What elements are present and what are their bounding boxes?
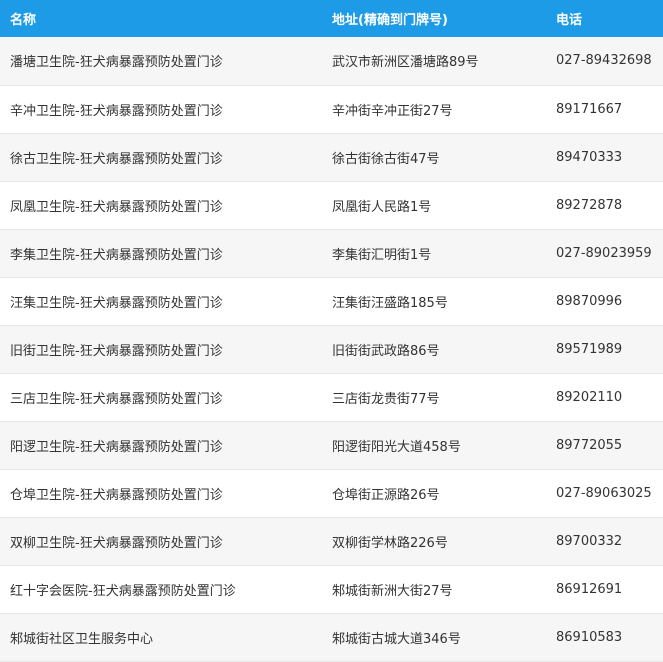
cell-address: 三店街龙贵街77号 [322,373,546,422]
cell-phone: 027-89432698 [546,37,663,86]
cell-name: 汪集卫生院-狂犬病暴露预防处置门诊 [0,277,322,326]
cell-address: 邾城街古城大道346号 [322,613,546,662]
cell-phone: 89870996 [546,277,663,326]
cell-address: 凤凰街人民路1号 [322,181,546,230]
table-row: 邾城街社区卫生服务中心 邾城街古城大道346号 86910583 [0,613,663,662]
table-row: 潘塘卫生院-狂犬病暴露预防处置门诊 武汉市新洲区潘塘路89号 027-8943269… [0,37,663,86]
cell-phone: 89470333 [546,133,663,182]
cell-address: 阳逻街阳光大道458号 [322,421,546,470]
cell-address: 辛冲街辛冲正街27号 [322,85,546,134]
cell-address: 仓埠街正源路26号 [322,469,546,518]
table-row: 凤凰卫生院-狂犬病暴露预防处置门诊 凤凰街人民路1号 89272878 [0,181,663,230]
cell-phone: 86912691 [546,565,663,614]
cell-address: 李集街汇明街1号 [322,229,546,278]
table-row: 阳逻卫生院-狂犬病暴露预防处置门诊 阳逻街阳光大道458号 89772055 [0,421,663,470]
column-header-name: 名称 [0,0,322,37]
cell-name: 双柳卫生院-狂犬病暴露预防处置门诊 [0,517,322,566]
cell-name: 阳逻卫生院-狂犬病暴露预防处置门诊 [0,421,322,470]
cell-phone: 89272878 [546,181,663,230]
cell-name: 李集卫生院-狂犬病暴露预防处置门诊 [0,229,322,278]
table-body: 潘塘卫生院-狂犬病暴露预防处置门诊 武汉市新洲区潘塘路89号 027-8943269… [0,37,663,662]
cell-name: 仓埠卫生院-狂犬病暴露预防处置门诊 [0,469,322,518]
cell-name: 潘塘卫生院-狂犬病暴露预防处置门诊 [0,37,322,86]
cell-phone: 86910583 [546,613,663,662]
clinic-table: 名称 地址(精确到门牌号) 电话 潘塘卫生院-狂犬病暴露预防处置门诊 武汉市新洲区… [0,0,663,662]
cell-phone: 89772055 [546,421,663,470]
cell-address: 旧街街武政路86号 [322,325,546,374]
cell-name: 徐古卫生院-狂犬病暴露预防处置门诊 [0,133,322,182]
cell-name: 邾城街社区卫生服务中心 [0,613,322,662]
cell-name: 红十字会医院-狂犬病暴露预防处置门诊 [0,565,322,614]
cell-name: 旧街卫生院-狂犬病暴露预防处置门诊 [0,325,322,374]
table-row: 汪集卫生院-狂犬病暴露预防处置门诊 汪集街汪盛路185号 89870996 [0,277,663,326]
table-header: 名称 地址(精确到门牌号) 电话 [0,0,663,37]
cell-name: 三店卫生院-狂犬病暴露预防处置门诊 [0,373,322,422]
column-header-phone: 电话 [546,0,663,37]
table-row: 李集卫生院-狂犬病暴露预防处置门诊 李集街汇明街1号 027-89023959 [0,229,663,278]
cell-name: 凤凰卫生院-狂犬病暴露预防处置门诊 [0,181,322,230]
cell-phone: 89700332 [546,517,663,566]
cell-phone: 89202110 [546,373,663,422]
table-row: 双柳卫生院-狂犬病暴露预防处置门诊 双柳街学林路226号 89700332 [0,517,663,566]
table-row: 辛冲卫生院-狂犬病暴露预防处置门诊 辛冲街辛冲正街27号 89171667 [0,85,663,134]
cell-address: 双柳街学林路226号 [322,517,546,566]
cell-address: 邾城街新洲大街27号 [322,565,546,614]
table-row: 三店卫生院-狂犬病暴露预防处置门诊 三店街龙贵街77号 89202110 [0,373,663,422]
header-row: 名称 地址(精确到门牌号) 电话 [0,0,663,37]
cell-address: 徐古街徐古街47号 [322,133,546,182]
cell-name: 辛冲卫生院-狂犬病暴露预防处置门诊 [0,85,322,134]
cell-phone: 027-89063025 [546,469,663,518]
cell-phone: 027-89023959 [546,229,663,278]
cell-phone: 89571989 [546,325,663,374]
cell-phone: 89171667 [546,85,663,134]
cell-address: 武汉市新洲区潘塘路89号 [322,37,546,86]
table-row: 旧街卫生院-狂犬病暴露预防处置门诊 旧街街武政路86号 89571989 [0,325,663,374]
cell-address: 汪集街汪盛路185号 [322,277,546,326]
table-row: 徐古卫生院-狂犬病暴露预防处置门诊 徐古街徐古街47号 89470333 [0,133,663,182]
column-header-address: 地址(精确到门牌号) [322,0,546,37]
table-row: 红十字会医院-狂犬病暴露预防处置门诊 邾城街新洲大街27号 86912691 [0,565,663,614]
table-row: 仓埠卫生院-狂犬病暴露预防处置门诊 仓埠街正源路26号 027-89063025 [0,469,663,518]
